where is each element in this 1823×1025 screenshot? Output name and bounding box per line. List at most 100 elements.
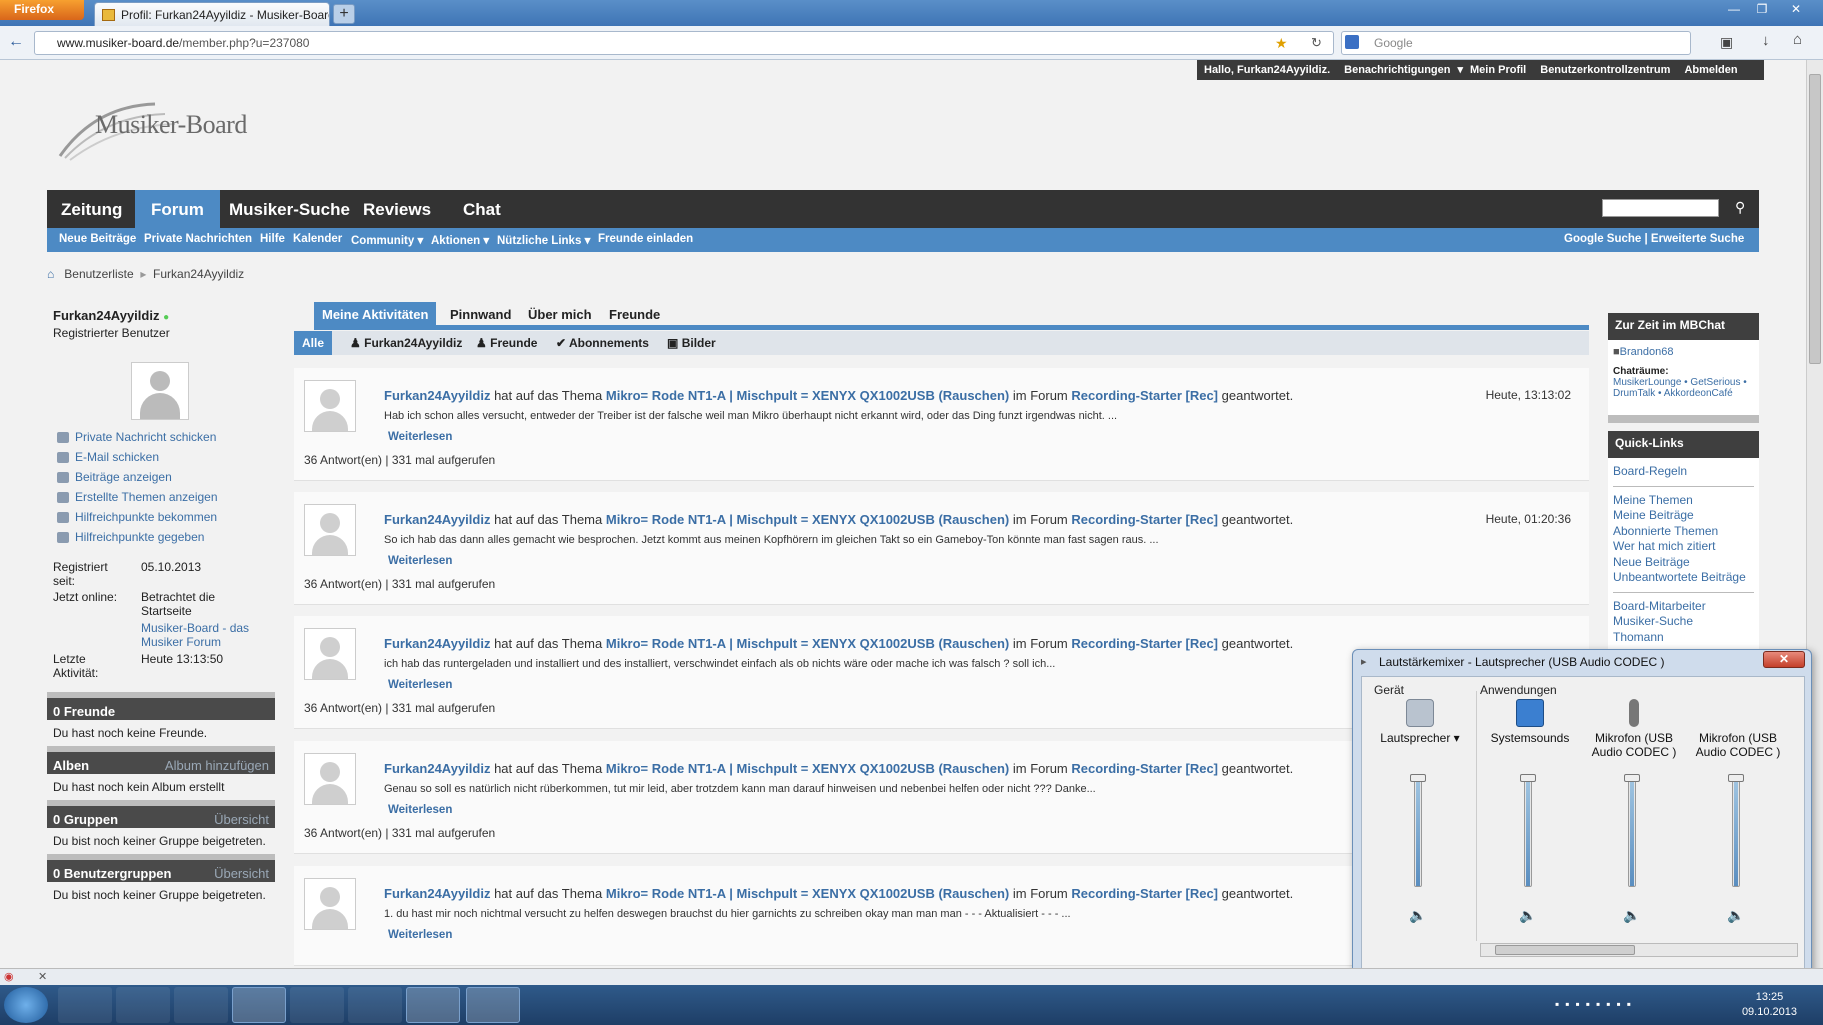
home-icon[interactable]: ⌂: [47, 267, 54, 281]
search-icon[interactable]: ⚲: [1735, 199, 1745, 216]
filter-user[interactable]: ♟ Furkan24Ayyildiz: [342, 331, 470, 355]
my-profile-link[interactable]: Mein Profil: [1463, 60, 1533, 76]
tab-freunde[interactable]: Freunde: [601, 302, 668, 327]
filter-bilder[interactable]: ▣ Bilder: [659, 331, 724, 355]
slider-thumb[interactable]: [1410, 774, 1426, 782]
activity-user-link[interactable]: Furkan24Ayyildiz: [384, 512, 490, 527]
minimize-icon[interactable]: —: [1721, 0, 1747, 18]
subnav-private-nachrichten[interactable]: Private Nachrichten: [144, 233, 252, 245]
ql-item[interactable]: Neue Beiträge: [1613, 555, 1754, 571]
control-center-link[interactable]: Benutzerkontrollzentrum: [1533, 60, 1677, 76]
groups-overview-link[interactable]: Übersicht: [214, 812, 269, 827]
chrome-icon[interactable]: [290, 987, 344, 1023]
activity-thread-link[interactable]: Mikro= Rode NT1-A | Mischpult = XENYX QX…: [606, 636, 1009, 651]
helpful-received-link[interactable]: Hilfreichpunkte bekommen: [53, 510, 253, 530]
breadcrumb-item[interactable]: Benutzerliste: [64, 267, 133, 281]
ql-item[interactable]: Musiker-Suche: [1613, 614, 1754, 630]
scrollbar-thumb[interactable]: [1809, 74, 1821, 364]
subnav-aktionen[interactable]: Aktionen ▾: [431, 233, 489, 247]
ql-item[interactable]: Wer hat mich zitiert: [1613, 539, 1754, 555]
firefox-menu-button[interactable]: Firefox: [0, 0, 84, 20]
activity-forum-link[interactable]: Recording-Starter [Rec]: [1071, 761, 1218, 776]
activity-user-link[interactable]: Furkan24Ayyildiz: [384, 388, 490, 403]
activity-avatar[interactable]: [304, 878, 356, 930]
ql-item[interactable]: Thomann: [1613, 630, 1754, 646]
activity-forum-link[interactable]: Recording-Starter [Rec]: [1071, 636, 1218, 651]
read-more-link[interactable]: Weiterlesen: [388, 804, 452, 816]
restore-icon[interactable]: ❐: [1749, 0, 1775, 18]
home-icon[interactable]: ⌂: [1793, 31, 1802, 48]
volume-slider[interactable]: [1410, 774, 1426, 887]
activity-forum-link[interactable]: Recording-Starter [Rec]: [1071, 512, 1218, 527]
mute-speaker-icon[interactable]: 🔈: [1726, 907, 1746, 925]
ql-item[interactable]: Board-Mitarbeiter: [1613, 599, 1754, 615]
volume-slider[interactable]: [1520, 774, 1536, 887]
subnav-kalender[interactable]: Kalender: [293, 233, 342, 245]
subnav-hilfe[interactable]: Hilfe: [260, 233, 285, 245]
media-player-icon[interactable]: [174, 987, 228, 1023]
show-posts-link[interactable]: Beiträge anzeigen: [53, 470, 253, 490]
rooms-line[interactable]: DrumTalk • AkkordeonCafé: [1613, 388, 1754, 399]
firefox-icon[interactable]: [232, 987, 286, 1023]
activity-avatar[interactable]: [304, 753, 356, 805]
rooms-line[interactable]: MusikerLounge • GetSerious •: [1613, 377, 1754, 388]
nav-reviews[interactable]: Reviews: [363, 190, 431, 228]
read-more-link[interactable]: Weiterlesen: [388, 929, 452, 941]
usergroups-overview-link[interactable]: Übersicht: [214, 866, 269, 881]
system-tray-icons[interactable]: ▪▪▪▪▪▪▪▪: [1555, 997, 1637, 1011]
mute-speaker-icon[interactable]: 🔈: [1408, 907, 1428, 925]
online-page-link[interactable]: Musiker-Board - das Musiker Forum: [141, 621, 256, 649]
mixer-close-button[interactable]: ✕: [1763, 651, 1805, 668]
ie-icon[interactable]: [58, 987, 112, 1023]
activity-forum-link[interactable]: Recording-Starter [Rec]: [1071, 388, 1218, 403]
bookmarks-icon[interactable]: ▣: [1720, 34, 1733, 51]
site-logo[interactable]: Musiker-Board: [55, 96, 255, 166]
send-pm-link[interactable]: Private Nachricht schicken: [53, 430, 253, 450]
subnav-google-search[interactable]: Google Suche | Erweiterte Suche: [1564, 233, 1744, 245]
volume-slider[interactable]: [1624, 774, 1640, 887]
bookmark-star-icon[interactable]: ★: [1275, 35, 1288, 52]
activity-user-link[interactable]: Furkan24Ayyildiz: [384, 636, 490, 651]
slider-thumb[interactable]: [1624, 774, 1640, 782]
mixer-scrollbar[interactable]: [1480, 943, 1798, 957]
start-button[interactable]: [4, 987, 48, 1023]
url-bar[interactable]: www.musiker-board.de/member.php?u=237080…: [34, 31, 1334, 55]
helpful-given-link[interactable]: Hilfreichpunkte gegeben: [53, 530, 253, 550]
clock[interactable]: 13:25 09.10.2013: [1742, 990, 1797, 1020]
tab-pinnwand[interactable]: Pinnwand: [442, 302, 519, 327]
logout-link[interactable]: Abmelden: [1677, 60, 1744, 76]
activity-thread-link[interactable]: Mikro= Rode NT1-A | Mischpult = XENYX QX…: [606, 512, 1009, 527]
nav-forum[interactable]: Forum: [135, 190, 220, 228]
nav-zeitung[interactable]: Zeitung: [61, 190, 122, 228]
browser-tab-active[interactable]: Profil: Furkan24Ayyildiz - Musiker-Board…: [94, 2, 330, 26]
filter-freunde[interactable]: ♟ Freunde: [468, 331, 545, 355]
tab-meine-aktivitaeten[interactable]: Meine Aktivitäten: [314, 302, 437, 327]
nav-musiker-suche[interactable]: Musiker-Suche: [229, 190, 350, 228]
ql-item[interactable]: Abonnierte Themen: [1613, 524, 1754, 540]
subnav-nuetzliche-links[interactable]: Nützliche Links ▾: [497, 233, 590, 247]
ql-item[interactable]: Meine Beiträge: [1613, 508, 1754, 524]
subnav-freunde-einladen[interactable]: Freunde einladen: [598, 233, 693, 245]
subnav-neue-beitraege[interactable]: Neue Beiträge: [59, 233, 136, 245]
addon-icon[interactable]: ◉: [4, 970, 14, 983]
control-panel-icon[interactable]: [406, 987, 460, 1023]
activity-thread-link[interactable]: Mikro= Rode NT1-A | Mischpult = XENYX QX…: [606, 388, 1009, 403]
close-window-icon[interactable]: ✕: [1779, 0, 1813, 18]
mute-speaker-icon[interactable]: 🔈: [1518, 907, 1538, 925]
volume-mixer-taskbar-icon[interactable]: [466, 987, 520, 1023]
activity-avatar[interactable]: [304, 504, 356, 556]
activity-user-link[interactable]: Furkan24Ayyildiz: [384, 761, 490, 776]
notifications-link[interactable]: Benachrichtigungen: [1337, 60, 1457, 76]
ql-item[interactable]: Unbeantwortete Beiträge: [1613, 570, 1754, 593]
channel-name[interactable]: Lautsprecher ▾: [1370, 731, 1470, 745]
back-icon[interactable]: ←: [8, 33, 30, 53]
mute-speaker-icon[interactable]: 🔈: [1622, 907, 1642, 925]
activity-avatar[interactable]: [304, 380, 356, 432]
download-icon[interactable]: ↓: [1762, 32, 1770, 49]
new-tab-button[interactable]: +: [333, 4, 355, 24]
ql-item[interactable]: Meine Themen: [1613, 493, 1754, 509]
chat-user[interactable]: ■Brandon68: [1613, 346, 1754, 358]
explorer-icon[interactable]: [116, 987, 170, 1023]
read-more-link[interactable]: Weiterlesen: [388, 431, 452, 443]
filter-alle[interactable]: Alle: [294, 331, 333, 355]
